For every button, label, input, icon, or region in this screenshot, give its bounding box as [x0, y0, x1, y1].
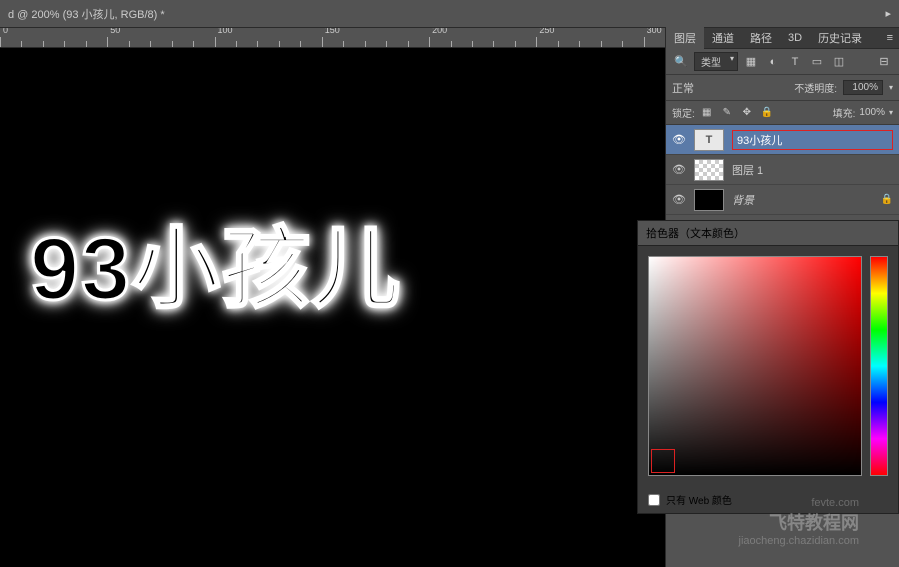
filter-shape-icon[interactable]: ▭ — [808, 53, 826, 71]
color-picker-title-bar[interactable]: 拾色器（文本颜色） — [638, 221, 898, 246]
layer-thumbnail[interactable] — [694, 159, 724, 181]
panel-tabs: 图层 通道 路径 3D 历史记录 ≡ — [666, 28, 899, 49]
layer-row-text[interactable]: 👁 T 93小孩儿 — [666, 125, 899, 155]
opacity-label: 不透明度: — [794, 80, 837, 95]
lock-transparent-icon[interactable]: ▦ — [699, 105, 715, 121]
chevron-down-icon[interactable]: ▾ — [889, 108, 893, 117]
filter-smart-icon[interactable]: ◫ — [830, 53, 848, 71]
canvas[interactable]: 93小孩儿 — [0, 48, 665, 567]
filter-pixel-icon[interactable]: ▦ — [742, 53, 760, 71]
tab-paths[interactable]: 路径 — [742, 27, 780, 49]
color-field[interactable] — [648, 256, 862, 476]
color-picker-title: 拾色器（文本颜色） — [646, 225, 745, 241]
tab-history[interactable]: 历史记录 — [810, 27, 870, 49]
tab-3d[interactable]: 3D — [780, 29, 810, 47]
layer-name[interactable]: 背景 — [732, 192, 873, 208]
lock-move-icon[interactable]: ✥ — [739, 105, 755, 121]
filter-text-icon[interactable]: T — [786, 53, 804, 71]
canvas-text-art: 93小孩儿 — [30, 198, 402, 325]
layer-thumbnail[interactable] — [694, 189, 724, 211]
document-tab-bar: d @ 200% (93 小孩儿, RGB/8) * ▸ — [0, 0, 899, 28]
panel-menu-icon[interactable]: ≡ — [881, 32, 899, 44]
document-title: d @ 200% (93 小孩儿, RGB/8) * — [8, 6, 885, 22]
panel-collapse-icon[interactable]: ▸ — [885, 7, 891, 20]
horizontal-ruler[interactable] — [0, 28, 665, 48]
layer-kind-select[interactable]: 类型 — [694, 52, 738, 71]
tab-layers[interactable]: 图层 — [666, 27, 704, 49]
visibility-toggle-icon[interactable]: 👁 — [672, 163, 686, 176]
web-colors-label: 只有 Web 颜色 — [666, 492, 732, 507]
lock-label: 锁定: — [672, 105, 695, 120]
color-picker-dialog[interactable]: 拾色器（文本颜色） 只有 Web 颜色 — [637, 220, 899, 514]
fill-label: 填充: — [833, 105, 856, 120]
lock-icon: 🔒 — [881, 194, 893, 205]
web-colors-checkbox[interactable] — [648, 494, 660, 506]
filter-toggle-icon[interactable]: ⊟ — [875, 53, 893, 71]
search-icon[interactable]: 🔍 — [672, 53, 690, 71]
blend-row: 正常 不透明度: 100% ▾ — [666, 75, 899, 101]
color-picker-footer: 只有 Web 颜色 — [638, 486, 898, 513]
visibility-toggle-icon[interactable]: 👁 — [672, 193, 686, 206]
layer-name[interactable]: 图层 1 — [732, 162, 893, 178]
color-picker-body — [638, 246, 898, 486]
chevron-down-icon[interactable]: ▾ — [889, 83, 893, 92]
layer-filter-row: 🔍 类型 ▦ ◐ T ▭ ◫ ⊟ — [666, 49, 899, 75]
hue-slider[interactable] — [870, 256, 888, 476]
canvas-side: 93小孩儿 — [0, 28, 665, 567]
fill-value[interactable]: 100% — [859, 107, 885, 118]
color-cursor[interactable] — [651, 449, 675, 473]
opacity-value[interactable]: 100% — [843, 80, 883, 95]
tab-channels[interactable]: 通道 — [704, 27, 742, 49]
visibility-toggle-icon[interactable]: 👁 — [672, 133, 686, 146]
filter-adjust-icon[interactable]: ◐ — [764, 53, 782, 71]
layer-thumbnail[interactable]: T — [694, 129, 724, 151]
layer-row-background[interactable]: 👁 背景 🔒 — [666, 185, 899, 215]
layer-row[interactable]: 👁 图层 1 — [666, 155, 899, 185]
blend-mode-select[interactable]: 正常 — [672, 80, 746, 96]
lock-all-icon[interactable]: 🔒 — [759, 105, 775, 121]
lock-row: 锁定: ▦ ✎ ✥ 🔒 填充: 100% ▾ — [666, 101, 899, 125]
layer-name[interactable]: 93小孩儿 — [732, 130, 893, 150]
lock-brush-icon[interactable]: ✎ — [719, 105, 735, 121]
